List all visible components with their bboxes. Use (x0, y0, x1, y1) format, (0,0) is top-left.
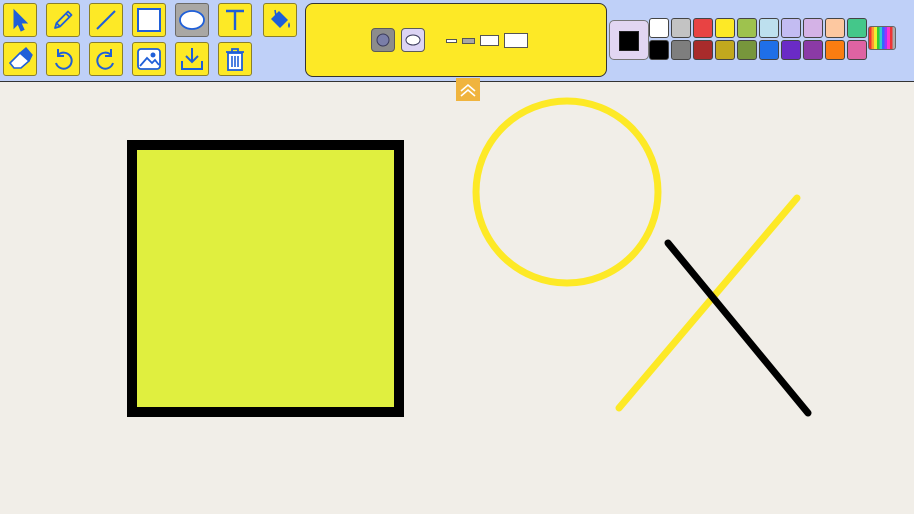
drawn-circle[interactable] (472, 97, 662, 287)
fill-style-outline-option[interactable] (401, 28, 425, 52)
stroke-size-large-option[interactable] (480, 35, 499, 46)
insert-image-button[interactable] (132, 42, 166, 76)
eraser-icon (8, 47, 33, 69)
color-swatch[interactable] (759, 18, 779, 38)
color-swatch[interactable] (693, 40, 713, 60)
undo-icon (55, 49, 73, 70)
color-swatch[interactable] (649, 40, 669, 60)
download-button[interactable] (175, 42, 209, 76)
pencil-tool-button[interactable] (46, 3, 80, 37)
color-swatch[interactable] (781, 18, 801, 38)
stroke-size-small-option[interactable] (446, 39, 457, 43)
current-color-indicator[interactable] (609, 20, 649, 60)
color-swatch[interactable] (803, 18, 823, 38)
color-swatch[interactable] (737, 40, 757, 60)
color-swatch[interactable] (715, 18, 735, 38)
color-palette (649, 18, 867, 60)
filled-circle-icon (376, 33, 390, 47)
toolbar (0, 0, 914, 82)
stroke-size-medium-option[interactable] (462, 38, 475, 44)
drawn-rectangle[interactable] (127, 140, 404, 417)
stroke-size-xlarge-option[interactable] (504, 33, 528, 48)
custom-color-picker-button[interactable] (868, 26, 896, 50)
fill-tool-button[interactable] (263, 3, 297, 37)
outline-ellipse-icon (405, 34, 421, 46)
redo-icon (96, 49, 114, 70)
trash-icon (226, 48, 244, 71)
color-swatch[interactable] (671, 18, 691, 38)
color-swatch[interactable] (759, 40, 779, 60)
redo-button[interactable] (89, 42, 123, 76)
arrow-cursor-icon (13, 8, 29, 32)
color-swatch[interactable] (671, 40, 691, 60)
text-icon (226, 9, 244, 30)
download-icon (181, 48, 203, 70)
drawn-yellow-line[interactable] (615, 194, 801, 412)
color-swatch[interactable] (825, 18, 845, 38)
text-tool-button[interactable] (218, 3, 252, 37)
ellipse-tool-button[interactable] (175, 3, 209, 37)
line-icon (96, 10, 116, 30)
pencil-icon (54, 10, 73, 29)
shape-options-panel (305, 3, 607, 77)
rectangle-icon (137, 8, 161, 32)
ellipse-icon (179, 10, 205, 30)
select-tool-button[interactable] (3, 3, 37, 37)
undo-button[interactable] (46, 42, 80, 76)
fill-style-filled-option[interactable] (371, 28, 395, 52)
color-swatch[interactable] (649, 18, 669, 38)
line-tool-button[interactable] (89, 3, 123, 37)
color-swatch[interactable] (847, 18, 867, 38)
rectangle-tool-button[interactable] (132, 3, 166, 37)
color-swatch[interactable] (737, 18, 757, 38)
delete-button[interactable] (218, 42, 252, 76)
color-swatch[interactable] (693, 18, 713, 38)
paint-bucket-icon (271, 9, 290, 28)
eraser-tool-button[interactable] (3, 42, 37, 76)
image-icon (137, 48, 161, 70)
color-swatch[interactable] (715, 40, 735, 60)
color-swatch[interactable] (847, 40, 867, 60)
color-swatch[interactable] (825, 40, 845, 60)
drawing-canvas[interactable] (0, 83, 914, 514)
color-swatch[interactable] (803, 40, 823, 60)
current-color-swatch (619, 31, 639, 51)
color-swatch[interactable] (781, 40, 801, 60)
